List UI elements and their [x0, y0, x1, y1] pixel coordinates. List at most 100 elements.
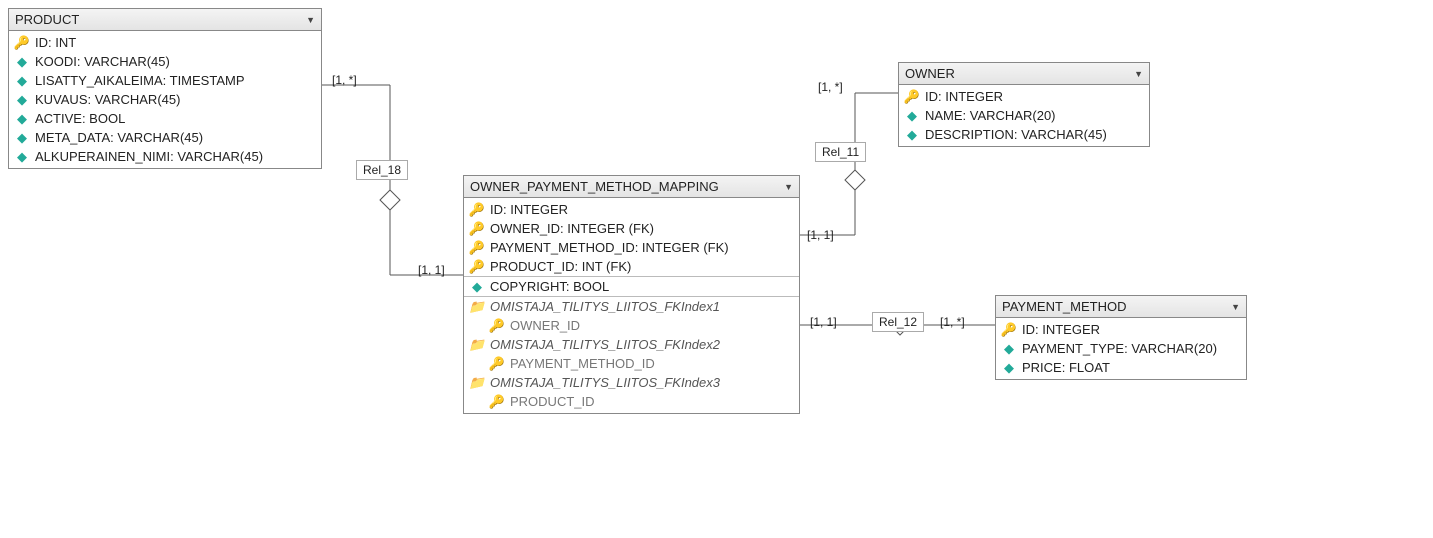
table-row: 🔑 ID: INTEGER	[464, 200, 799, 219]
key-icon: 🔑	[470, 203, 484, 217]
key-icon: 🔑	[470, 260, 484, 274]
table-body: 🔑 ID: INTEGER ◆ NAME: VARCHAR(20) ◆ DESCRIP…	[899, 85, 1149, 146]
index-col: PAYMENT_METHOD_ID	[510, 356, 655, 371]
index-col-row: 🔑 OWNER_ID	[464, 316, 799, 335]
key-icon: 🔑	[490, 395, 504, 409]
col: ID: INTEGER	[1022, 322, 1100, 337]
col: ID: INTEGER	[490, 202, 568, 217]
cardinality: [1, 1]	[807, 228, 834, 242]
col: KUVAUS: VARCHAR(45)	[35, 92, 180, 107]
folder-icon: 📁	[470, 338, 484, 352]
relation-label: Rel_11	[815, 142, 866, 162]
table-payment-method[interactable]: PAYMENT_METHOD ▼ 🔑ID: INTEGER ◆ PAYMENT_T…	[995, 295, 1247, 380]
table-row: ◆ NAME: VARCHAR(20)	[899, 106, 1149, 125]
diamond-icon: ◆	[15, 131, 29, 145]
er-diagram: { "tables": { "product": { "title": "PRO…	[0, 0, 1433, 538]
table-owner[interactable]: OWNER ▼ 🔑 ID: INTEGER ◆ NAME: VARCHAR(20) …	[898, 62, 1150, 147]
diamond-icon: ◆	[1002, 342, 1016, 356]
table-row: 🔑 ID: INTEGER	[899, 87, 1149, 106]
cardinality: [1, *]	[940, 315, 965, 329]
table-header[interactable]: OWNER ▼	[899, 63, 1149, 85]
cardinality: [1, 1]	[418, 263, 445, 277]
key-icon: 🔑	[490, 319, 504, 333]
diamond-icon: ◆	[15, 93, 29, 107]
diamond-icon: ◆	[470, 280, 484, 294]
col: ID: INTEGER	[925, 89, 1003, 104]
col: ACTIVE: BOOL	[35, 111, 125, 126]
table-row: ◆ DESCRIPTION: VARCHAR(45)	[899, 125, 1149, 144]
col: PRODUCT_ID: INT (FK)	[490, 259, 631, 274]
table-row: ◆ PAYMENT_TYPE: VARCHAR(20)	[996, 339, 1246, 358]
index-name: OMISTAJA_TILITYS_LIITOS_FKIndex1	[490, 299, 720, 314]
index-col-row: 🔑 PRODUCT_ID	[464, 392, 799, 411]
diamond-icon: ◆	[15, 74, 29, 88]
table-row: 🔑ID: INTEGER	[996, 320, 1246, 339]
diamond-icon: ◆	[15, 55, 29, 69]
col: ALKUPERAINEN_NIMI: VARCHAR(45)	[35, 149, 263, 164]
table-row: ◆ KOODI: VARCHAR(45)	[9, 52, 321, 71]
diamond-icon: ◆	[15, 112, 29, 126]
index-col: OWNER_ID	[510, 318, 580, 333]
col: COPYRIGHT: BOOL	[490, 279, 609, 294]
table-row: ◆ ALKUPERAINEN_NIMI: VARCHAR(45)	[9, 147, 321, 166]
table-owner-payment-method-mapping[interactable]: OWNER_PAYMENT_METHOD_MAPPING ▼ 🔑 ID: INTE…	[463, 175, 800, 414]
relation-label: Rel_18	[356, 160, 408, 180]
col: OWNER_ID: INTEGER (FK)	[490, 221, 654, 236]
table-row: 🔑 PRODUCT_ID: INT (FK)	[464, 257, 799, 276]
key-icon: 🔑	[15, 36, 29, 50]
table-row: ◆ KUVAUS: VARCHAR(45)	[9, 90, 321, 109]
chevron-down-icon[interactable]: ▼	[306, 15, 315, 25]
table-row: ◆ COPYRIGHT: BOOL	[464, 276, 799, 296]
col: PAYMENT_TYPE: VARCHAR(20)	[1022, 341, 1217, 356]
table-row: ◆ META_DATA: VARCHAR(45)	[9, 128, 321, 147]
table-body: 🔑 ID: INTEGER 🔑 OWNER_ID: INTEGER (FK) 🔑 PA…	[464, 198, 799, 413]
key-icon: 🔑	[905, 90, 919, 104]
key-icon: 🔑	[470, 241, 484, 255]
key-icon: 🔑	[490, 357, 504, 371]
table-title: PRODUCT	[15, 12, 79, 27]
index-row: 📁 OMISTAJA_TILITYS_LIITOS_FKIndex3	[464, 373, 799, 392]
chevron-down-icon[interactable]: ▼	[784, 182, 793, 192]
table-row: 🔑 OWNER_ID: INTEGER (FK)	[464, 219, 799, 238]
diamond-icon: ◆	[1002, 361, 1016, 375]
col: KOODI: VARCHAR(45)	[35, 54, 170, 69]
col: ID: INT	[35, 35, 76, 50]
col: META_DATA: VARCHAR(45)	[35, 130, 203, 145]
index-row: 📁 OMISTAJA_TILITYS_LIITOS_FKIndex2	[464, 335, 799, 354]
folder-icon: 📁	[470, 376, 484, 390]
table-body: 🔑 ID: INT ◆ KOODI: VARCHAR(45) ◆ LISATTY_AI…	[9, 31, 321, 168]
chevron-down-icon[interactable]: ▼	[1134, 69, 1143, 79]
col: DESCRIPTION: VARCHAR(45)	[925, 127, 1107, 142]
col: NAME: VARCHAR(20)	[925, 108, 1056, 123]
col: PAYMENT_METHOD_ID: INTEGER (FK)	[490, 240, 729, 255]
table-title: OWNER	[905, 66, 955, 81]
col: PRICE: FLOAT	[1022, 360, 1110, 375]
index-col-row: 🔑 PAYMENT_METHOD_ID	[464, 354, 799, 373]
index-name: OMISTAJA_TILITYS_LIITOS_FKIndex2	[490, 337, 720, 352]
cardinality: [1, 1]	[810, 315, 837, 329]
table-body: 🔑ID: INTEGER ◆PAYMENT_TYPE: VARCHAR(20) …	[996, 318, 1246, 379]
diamond-icon: ◆	[905, 128, 919, 142]
chevron-down-icon[interactable]: ▼	[1231, 302, 1240, 312]
index-row: 📁 OMISTAJA_TILITYS_LIITOS_FKIndex1	[464, 296, 799, 316]
index-name: OMISTAJA_TILITYS_LIITOS_FKIndex3	[490, 375, 720, 390]
cardinality: [1, *]	[332, 73, 357, 87]
table-header[interactable]: OWNER_PAYMENT_METHOD_MAPPING ▼	[464, 176, 799, 198]
relation-label: Rel_12	[872, 312, 924, 332]
table-title: OWNER_PAYMENT_METHOD_MAPPING	[470, 179, 719, 194]
diamond-icon: ◆	[905, 109, 919, 123]
table-header[interactable]: PRODUCT ▼	[9, 9, 321, 31]
col: LISATTY_AIKALEIMA: TIMESTAMP	[35, 73, 245, 88]
index-col: PRODUCT_ID	[510, 394, 595, 409]
table-row: ◆ PRICE: FLOAT	[996, 358, 1246, 377]
table-row: 🔑 ID: INT	[9, 33, 321, 52]
table-row: 🔑 PAYMENT_METHOD_ID: INTEGER (FK)	[464, 238, 799, 257]
table-product[interactable]: PRODUCT ▼ 🔑 ID: INT ◆ KOODI: VARCHAR(45) ◆…	[8, 8, 322, 169]
table-header[interactable]: PAYMENT_METHOD ▼	[996, 296, 1246, 318]
table-title: PAYMENT_METHOD	[1002, 299, 1126, 314]
table-row: ◆ LISATTY_AIKALEIMA: TIMESTAMP	[9, 71, 321, 90]
key-icon: 🔑	[470, 222, 484, 236]
cardinality: [1, *]	[818, 80, 843, 94]
folder-icon: 📁	[470, 300, 484, 314]
diamond-icon: ◆	[15, 150, 29, 164]
